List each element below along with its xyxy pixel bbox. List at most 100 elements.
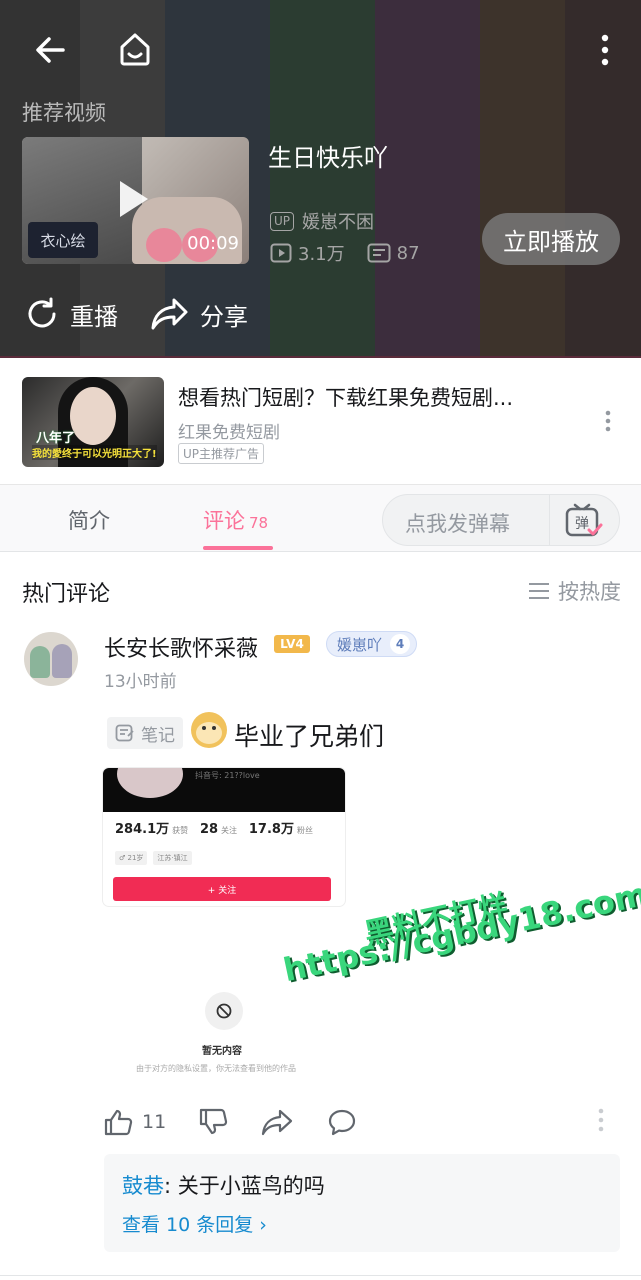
more-vertical-icon[interactable] <box>590 30 620 70</box>
danmaku-icon-text: 弹 <box>575 516 589 532</box>
note-tag[interactable]: 笔记 <box>107 717 183 749</box>
ad-title[interactable]: 想看热门短剧？下载红果免费短剧... <box>178 382 513 412</box>
share-button[interactable]: 分享 <box>150 296 248 332</box>
home-icon[interactable] <box>114 28 156 70</box>
image-stat-label: 粉丝 <box>296 826 313 835</box>
avatar-figure <box>52 644 72 678</box>
image-header-text: 抖音号: 21??love <box>195 771 260 780</box>
note-label: 笔记 <box>141 725 175 746</box>
comment-actions: 11 <box>104 1104 357 1140</box>
no-content-subtitle: 由于对方的隐私设置，你无法查看到他的作品 <box>136 1064 296 1073</box>
play-count-value: 3.1万 <box>298 244 345 265</box>
tab-comments-count: 78 <box>249 514 269 532</box>
tab-intro[interactable]: 简介 <box>68 505 110 535</box>
ad-badge: UP主推荐广告 <box>178 443 265 464</box>
uploader-row[interactable]: UP 媛崽不困 <box>270 208 374 234</box>
view-replies-link[interactable]: 查看 10 条回复 › <box>122 1210 267 1237</box>
doge-face <box>196 722 222 744</box>
bg-band <box>375 0 480 358</box>
ad-card[interactable]: 八年了 我的愛终于可以光明正大了! <box>0 360 641 482</box>
no-content-title: 暂无内容 <box>202 1046 242 1057</box>
image-stat-label: 获赞 <box>172 826 189 835</box>
danmaku-toggle-icon[interactable]: 弹 <box>563 503 603 543</box>
sort-icon <box>529 583 549 599</box>
reply-line: 鼓巷: 关于小蓝鸟的吗 <box>122 1170 325 1200</box>
comment-text: 毕业了兄弟们 <box>234 722 385 751</box>
image-tags: ♂ 21岁 江苏·镇江 <box>115 851 192 865</box>
hot-comments-title: 热门评论 <box>22 582 111 607</box>
uploader-name: 媛崽不困 <box>302 212 375 233</box>
ad-thumb-caption: 我的愛终于可以光明正大了! <box>32 445 157 460</box>
danmaku-count-value: 87 <box>396 242 420 264</box>
recommended-video-thumbnail[interactable]: 衣心绘 00:09 <box>22 137 249 264</box>
sort-button[interactable]: 按热度 <box>528 576 621 606</box>
comment-image[interactable]: 抖音号: 21??love 284.1万 获赞 28 关注 17.8万 粉丝 ♂ 21… <box>103 768 345 906</box>
danmaku-placeholder: 点我发弹幕 <box>405 512 510 536</box>
avatar-figure <box>30 646 50 678</box>
ad-more-icon[interactable] <box>605 410 611 436</box>
ad-thumbnail[interactable]: 八年了 我的愛终于可以光明正大了! <box>22 377 164 467</box>
share-label: 分享 <box>200 302 248 331</box>
reply-button[interactable] <box>327 1108 357 1136</box>
danmaku-count-icon <box>367 243 391 263</box>
fan-medal-level: 4 <box>390 634 411 654</box>
thumbs-down-icon <box>199 1108 228 1135</box>
image-follow-button: + 关注 <box>113 877 331 901</box>
fan-medal-badge[interactable]: 媛崽吖 4 <box>326 631 418 657</box>
ad-thumb-face <box>70 387 116 445</box>
up-badge-icon: UP <box>270 211 295 231</box>
dislike-button[interactable] <box>199 1108 261 1136</box>
replay-icon <box>28 297 56 328</box>
play-now-button[interactable]: 立即播放 <box>482 213 620 265</box>
replay-button[interactable]: 重播 <box>24 296 118 332</box>
like-count: 11 <box>142 1111 167 1133</box>
replay-label: 重播 <box>70 302 118 331</box>
image-stat-value: 28 <box>199 822 219 837</box>
image-stat-value: 17.8万 <box>248 822 294 837</box>
share-icon <box>261 1109 293 1136</box>
reply-text: : 关于小蓝鸟的吗 <box>164 1174 325 1198</box>
image-tag: ♂ 21岁 <box>115 851 148 865</box>
divider <box>0 1275 641 1276</box>
fan-medal-name: 媛崽吖 <box>337 635 383 654</box>
video-stats: 3.1万 87 <box>270 240 442 266</box>
note-icon <box>115 724 134 742</box>
thumbnail-logo: 衣心绘 <box>28 222 98 258</box>
tab-active-indicator <box>203 546 273 550</box>
back-arrow-icon[interactable] <box>30 30 70 70</box>
tab-comments-label: 评论 <box>203 509 245 533</box>
comment-time: 13小时前 <box>104 672 177 692</box>
player-progress-line <box>0 356 641 358</box>
comment-username[interactable]: 长安长歌怀采薇 <box>104 631 258 663</box>
play-icon <box>120 181 148 217</box>
image-stat-label: 关注 <box>221 826 238 835</box>
reply-username[interactable]: 鼓巷 <box>122 1174 164 1198</box>
doge-emoji-icon <box>191 712 227 748</box>
reply-preview[interactable]: 鼓巷: 关于小蓝鸟的吗 查看 10 条回复 › <box>104 1154 620 1252</box>
player-end-panel: 推荐视频 衣心绘 00:09 生日快乐吖 UP 媛崽不困 3.1万 87 立即播… <box>0 0 641 358</box>
danmaku-input[interactable]: 点我发弹幕 弹 <box>382 494 620 546</box>
share-icon <box>151 298 188 330</box>
share-comment-button[interactable] <box>261 1108 327 1136</box>
bg-band <box>480 0 565 358</box>
doge-eye <box>202 726 206 730</box>
bg-band <box>270 0 375 358</box>
play-count-icon <box>270 243 292 263</box>
divider <box>549 495 550 545</box>
thumbnail-decoration <box>146 228 182 262</box>
avatar[interactable] <box>24 632 78 686</box>
comment-icon <box>328 1109 356 1136</box>
danmaku-count: 87 <box>367 243 420 264</box>
no-content-icon <box>205 992 243 1030</box>
user-level-badge: LV4 <box>274 635 310 653</box>
thumbs-up-icon <box>104 1109 133 1136</box>
like-button[interactable]: 11 <box>104 1108 199 1136</box>
image-stats: 284.1万 获赞 28 关注 17.8万 粉丝 <box>115 818 321 837</box>
comment-more-icon[interactable] <box>598 1108 604 1136</box>
doge-eye <box>212 726 216 730</box>
sort-label: 按热度 <box>558 580 621 604</box>
recommend-title: 推荐视频 <box>22 101 106 125</box>
tab-comments[interactable]: 评论 78 <box>203 505 268 535</box>
recommended-video-title[interactable]: 生日快乐吖 <box>268 138 388 173</box>
video-duration: 00:09 <box>187 233 239 254</box>
